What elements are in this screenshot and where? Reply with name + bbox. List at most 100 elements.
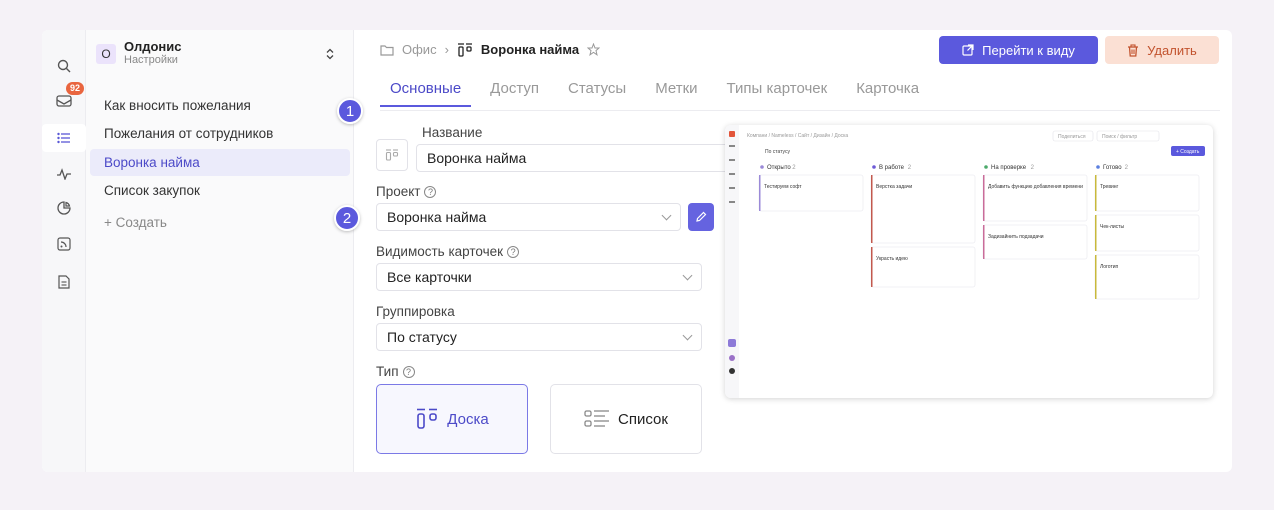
breadcrumb-current: Воронка найма — [480, 42, 580, 57]
step-marker-2: 2 — [334, 205, 360, 231]
star-icon[interactable] — [587, 43, 601, 56]
board-icon-picker[interactable] — [376, 139, 408, 171]
project-select[interactable]: Воронка найма — [376, 203, 681, 231]
preview-column-title: В работе — [879, 165, 905, 171]
preview-card-title: Логотип — [1100, 264, 1119, 270]
preview-card-accent — [1095, 175, 1097, 211]
preview-column-dot — [760, 165, 764, 169]
type-board-option[interactable]: Доска — [376, 384, 528, 454]
preview-group-by: По статусу — [765, 149, 790, 155]
go-to-view-label: Перейти к виду — [982, 42, 1075, 58]
chevron-updown-icon[interactable] — [326, 48, 334, 62]
breadcrumb-separator: › — [444, 42, 449, 57]
board-icon — [457, 42, 472, 57]
breadcrumb: Офис › Воронка найма — [380, 42, 601, 57]
preview-column-dot — [1096, 165, 1100, 169]
type-list-option[interactable]: Список — [550, 384, 702, 454]
preview-card-accent — [871, 247, 873, 287]
preview-card — [1094, 254, 1200, 300]
visibility-select[interactable]: Все карточки — [376, 263, 702, 291]
pencil-icon — [696, 211, 707, 222]
name-label-text: Название — [422, 125, 483, 140]
board-icon — [385, 149, 399, 161]
tab-card-types[interactable]: Типы карточек — [717, 78, 838, 107]
chevron-down-icon — [661, 210, 672, 221]
help-icon[interactable]: ? — [424, 185, 437, 198]
tab-labels[interactable]: Метки — [645, 78, 707, 107]
chevron-down-icon — [682, 270, 693, 281]
settings-tabs: Основные Доступ Статусы Метки Типы карто… — [380, 78, 938, 107]
preview-card — [982, 224, 1088, 260]
search-icon[interactable] — [52, 54, 76, 78]
inbox-badge: 92 — [66, 82, 85, 95]
grouping-select[interactable]: По статусу — [376, 323, 702, 351]
type-list-label: Список — [618, 410, 668, 428]
preview-breadcrumb: Компани / Nameless / Сайт / Дизайн / Дос… — [747, 132, 848, 139]
workspace-switcher[interactable]: О Олдонис Настройки — [96, 40, 181, 67]
grouping-select-value: По статусу — [387, 329, 457, 345]
sidebar-create-button[interactable]: + Создать — [90, 209, 350, 236]
folder-icon — [380, 44, 394, 56]
document-icon[interactable] — [52, 270, 76, 294]
workspace-avatar: О — [96, 43, 116, 64]
preview-column-dot — [984, 165, 988, 169]
help-icon[interactable]: ? — [402, 365, 415, 378]
edit-project-button[interactable] — [688, 203, 714, 231]
preview-card — [758, 174, 864, 212]
preview-card-title: Чек-листы — [1100, 224, 1124, 230]
help-icon[interactable]: ? — [507, 245, 520, 258]
tab-card[interactable]: Карточка — [846, 78, 929, 107]
preview-card-accent — [871, 175, 873, 243]
rss-icon[interactable] — [52, 232, 76, 256]
sidebar-item-hiring-funnel[interactable]: Воронка найма — [90, 149, 350, 176]
main-panel: Офис › Воронка найма Перейти к виду Удал… — [334, 30, 1232, 472]
preview-column-title: Открыто — [767, 165, 791, 171]
project-select-value: Воронка найма — [387, 209, 487, 225]
sidebar-item-employee-suggestions[interactable]: Пожелания от сотрудников — [90, 120, 350, 147]
grouping-label: Группировка — [376, 304, 455, 319]
preview-card — [870, 246, 976, 288]
preview-card-title: Украсть идею — [876, 256, 908, 262]
list-icon[interactable] — [42, 124, 86, 152]
tab-general[interactable]: Основные — [380, 78, 472, 107]
breadcrumb-folder[interactable]: Офис — [402, 42, 437, 57]
sidebar-item-purchase-list[interactable]: Список закупок — [90, 177, 350, 204]
settings-sidebar: О Олдонис Настройки Как вносить пожелани… — [86, 30, 354, 472]
preview-card-title: Тестируем софт — [764, 184, 802, 190]
chevron-down-icon — [682, 330, 693, 341]
go-to-view-button[interactable]: Перейти к виду — [939, 36, 1098, 64]
preview-card-title: Верстка задачи — [876, 184, 912, 190]
preview-card-title: Задизайнить подзадачи — [988, 233, 1044, 240]
preview-create: + Создать — [1176, 149, 1200, 155]
preview-column-count: 2 — [908, 165, 912, 171]
board-icon — [417, 408, 438, 429]
external-link-icon — [962, 44, 974, 56]
preview-columns: Открыто 2Тестируем софтВ работе 2Верстка з… — [758, 165, 1200, 300]
preview-column-count: 2 — [1125, 165, 1129, 171]
preview-card-accent — [1095, 215, 1097, 251]
sidebar-item-suggestions-howto[interactable]: Как вносить пожелания — [90, 92, 350, 119]
grouping-label-text: Группировка — [376, 304, 455, 319]
type-board-label: Доска — [447, 410, 489, 428]
pie-chart-icon[interactable] — [52, 196, 76, 220]
preview-logo-icon — [729, 131, 735, 137]
name-label: Название — [422, 125, 482, 140]
project-label: Проект ? — [376, 184, 437, 199]
preview-card — [982, 174, 1088, 222]
preview-column-title: На проверке — [991, 165, 1027, 171]
delete-button[interactable]: Удалить — [1105, 36, 1219, 64]
project-label-text: Проект — [376, 184, 421, 199]
type-label: Тип ? — [376, 364, 415, 379]
workspace-name: Олдонис — [124, 39, 182, 54]
name-input[interactable]: Воронка найма — [416, 144, 742, 172]
activity-icon[interactable] — [52, 162, 76, 186]
preview-card-title: Добавить функцию добавления времени — [988, 184, 1083, 190]
step-marker-1: 1 — [337, 98, 363, 124]
type-label-text: Тип — [376, 364, 399, 379]
tab-statuses[interactable]: Статусы — [558, 78, 636, 107]
tab-access[interactable]: Доступ — [480, 78, 549, 107]
delete-label: Удалить — [1147, 42, 1197, 58]
visibility-label: Видимость карточек ? — [376, 244, 520, 259]
inbox-icon[interactable]: 92 — [52, 82, 85, 112]
preview-share: Поделиться — [1058, 134, 1086, 140]
